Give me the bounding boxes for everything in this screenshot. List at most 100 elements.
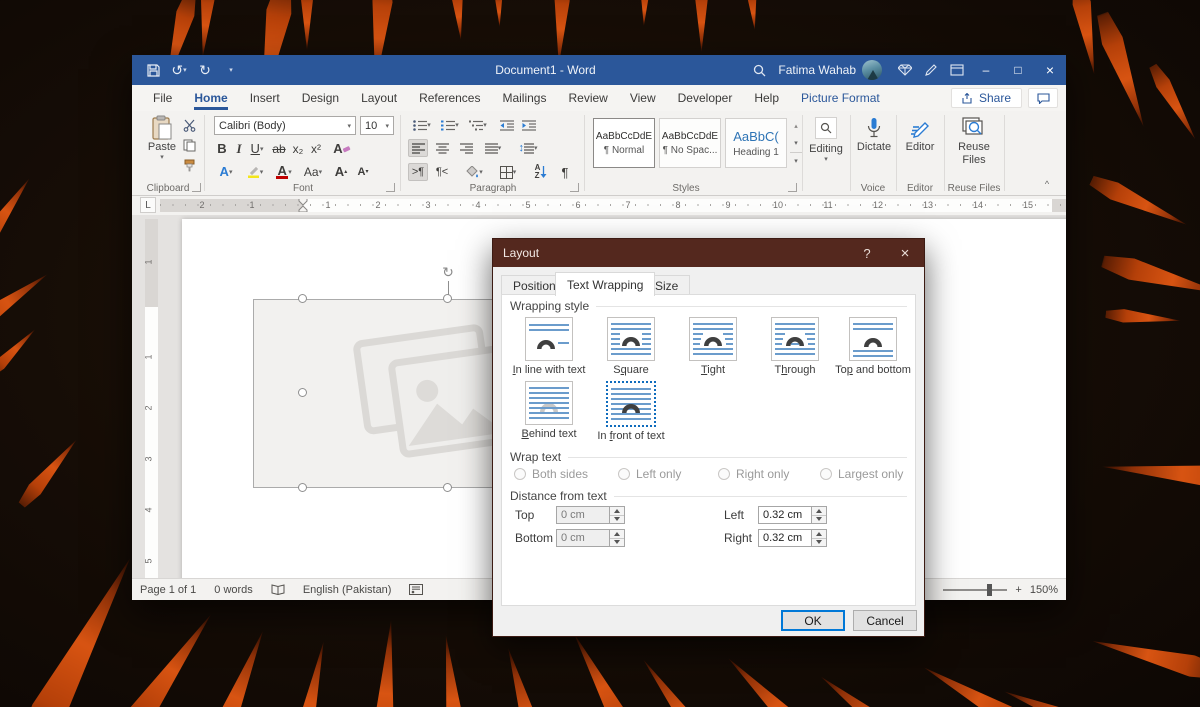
ok-button[interactable]: OK [781,610,845,631]
justify-button[interactable]: ▾ [480,139,506,157]
tab-view[interactable]: View [619,86,667,110]
maximize-button[interactable]: □ [1002,55,1034,85]
zoom-in-button[interactable]: + [1015,584,1021,596]
macro-record-icon[interactable] [409,584,423,595]
tab-file[interactable]: File [142,86,183,110]
minimize-button[interactable]: – [970,55,1002,85]
rtl-paragraph-button[interactable]: ¶< [432,163,452,181]
tab-help[interactable]: Help [743,86,790,110]
search-icon[interactable] [746,55,772,85]
distance-top-input[interactable]: 0 cm [556,506,610,524]
account-button[interactable]: Fatima Wahab [778,60,882,80]
decrease-indent-button[interactable] [498,117,516,133]
tab-review[interactable]: Review [557,86,618,110]
radio-both-sides[interactable]: Both sides [514,467,588,481]
superscript-button[interactable]: x² [308,140,324,157]
clear-formatting-button[interactable]: A [332,140,352,157]
wrap-option-square[interactable]: Square [585,317,677,376]
comments-button[interactable] [1028,88,1058,108]
radio-left-only[interactable]: Left only [618,467,681,481]
tab-stop-selector[interactable]: L [140,197,156,213]
image-placeholder[interactable] [253,299,503,488]
dialog-help-button[interactable]: ? [848,239,886,267]
radio-largest-only[interactable]: Largest only [820,467,903,481]
distance-right-input[interactable]: 0.32 cm [758,529,812,547]
dialog-close-button[interactable]: × [886,239,924,267]
font-dialog-launcher[interactable] [386,183,395,192]
indent-markers[interactable] [297,199,309,212]
reuse-files-button[interactable]: Reuse Files [946,117,1002,166]
tab-mailings[interactable]: Mailings [491,86,557,110]
borders-button[interactable]: ▾ [494,163,522,181]
editor-button[interactable]: Editor [898,117,942,153]
copy-button[interactable] [180,137,198,153]
wrap-option-top-bottom[interactable]: Top and bottom [829,317,917,376]
align-right-button[interactable] [456,139,476,157]
word-count[interactable]: 0 words [214,584,253,596]
styles-dialog-launcher[interactable] [788,183,797,192]
redo-button[interactable]: ↻ [192,55,218,85]
tab-insert[interactable]: Insert [239,86,291,110]
format-painter-button[interactable] [180,157,198,173]
align-center-button[interactable] [432,139,452,157]
clipboard-dialog-launcher[interactable] [192,183,201,192]
styles-gallery-more[interactable]: ▾ [790,152,802,168]
text-effects-button[interactable]: A▾ [214,163,238,180]
ink-pen-icon[interactable] [918,55,944,85]
styles-scroll-down[interactable]: ▾ [790,135,802,151]
save-icon[interactable] [140,55,166,85]
resize-handle-top-middle[interactable] [443,294,452,303]
zoom-slider[interactable] [943,589,1007,591]
shrink-font-button[interactable]: A▾ [354,163,372,180]
subscript-button[interactable]: x₂ [290,140,306,157]
dialog-tab-text-wrapping[interactable]: Text Wrapping [555,272,655,296]
zoom-level[interactable]: 150% [1030,584,1058,596]
bullets-button[interactable]: ▾ [410,117,434,133]
tab-developer[interactable]: Developer [667,86,744,110]
numbering-button[interactable]: ▾ [438,117,462,133]
distance-right-spinner[interactable] [812,529,827,547]
increase-indent-button[interactable] [520,117,538,133]
font-color-button[interactable]: A▾ [272,163,296,180]
wrap-option-inline[interactable]: In line with text [503,317,595,376]
cancel-button[interactable]: Cancel [853,610,917,631]
resize-handle-top-left[interactable] [298,294,307,303]
distance-top-spinner[interactable] [610,506,625,524]
strikethrough-button[interactable]: ab [270,140,288,157]
distance-bottom-input[interactable]: 0 cm [556,529,610,547]
distance-left-spinner[interactable] [812,506,827,524]
radio-right-only[interactable]: Right only [718,467,789,481]
undo-button[interactable]: ↺▾ [166,55,192,85]
rewards-icon[interactable] [892,55,918,85]
shading-button[interactable]: ▾ [460,163,488,181]
highlight-color-button[interactable]: ▾ [242,163,268,180]
wrap-option-behind[interactable]: Behind text [503,381,595,440]
paste-button[interactable]: Paste ▾ [144,115,180,161]
styles-scroll-up[interactable]: ▴ [790,118,802,134]
language-indicator[interactable]: English (Pakistan) [303,584,392,596]
close-button[interactable]: × [1034,55,1066,85]
tab-design[interactable]: Design [291,86,350,110]
rotation-handle[interactable]: ↻ [440,264,456,280]
sort-button[interactable]: AZ [530,163,552,181]
wrap-option-through[interactable]: Through [749,317,841,376]
style-no-spacing[interactable]: AaBbCcDdE ¶ No Spac... [659,118,721,168]
multilevel-list-button[interactable]: ▾ [466,117,490,133]
cut-button[interactable] [180,117,198,133]
tab-layout[interactable]: Layout [350,86,408,110]
line-spacing-button[interactable]: ↕ ▾ [514,139,542,157]
grow-font-button[interactable]: A▴ [332,163,350,180]
proofing-book-icon[interactable] [271,584,285,595]
zoom-slider-handle[interactable] [987,584,992,596]
tab-picture-format[interactable]: Picture Format [790,86,891,110]
align-left-button[interactable] [408,139,428,157]
font-size-combobox[interactable]: 10▾ [360,116,394,135]
page-indicator[interactable]: Page 1 of 1 [140,584,196,596]
dictate-button[interactable]: Dictate [852,117,896,153]
italic-button[interactable]: I [232,140,246,157]
show-hide-pilcrow-button[interactable]: ¶ [556,163,574,181]
bold-button[interactable]: B [214,140,230,157]
collapse-ribbon-button[interactable]: ^ [1038,177,1056,191]
tab-home[interactable]: Home [183,86,238,110]
change-case-button[interactable]: Aa▾ [300,163,326,180]
